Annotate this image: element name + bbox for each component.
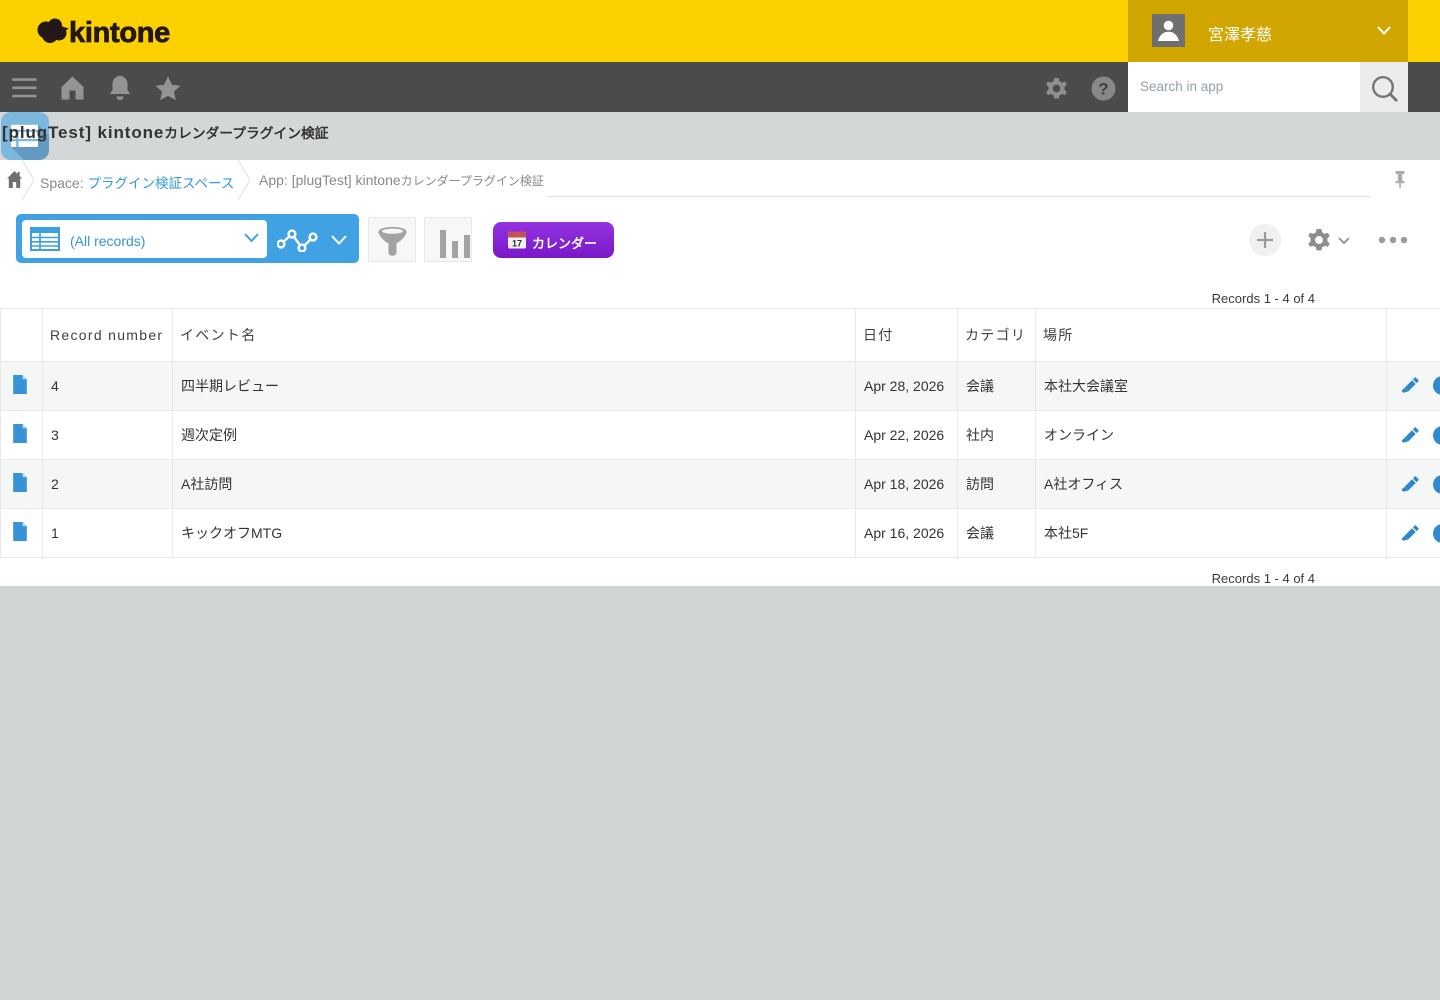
- svg-text:kintone: kintone: [69, 17, 170, 47]
- svg-text:?: ?: [1098, 80, 1108, 99]
- svg-text:17: 17: [512, 239, 522, 249]
